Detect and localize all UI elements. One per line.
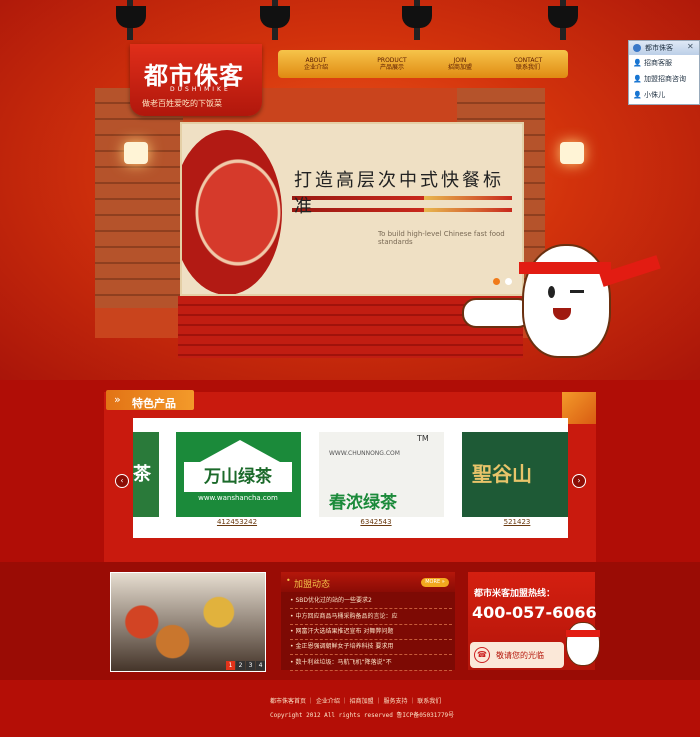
stage-lamp: [548, 6, 578, 28]
user-icon: 👤: [633, 59, 644, 67]
hotline-title: 都市米客加盟热线：: [474, 589, 556, 599]
pager-button[interactable]: 1: [226, 661, 235, 670]
stage-lamp: [260, 6, 290, 28]
news-item-text: 网富汗大选结果推迟宣布 对舞弊问题: [295, 628, 394, 635]
banner-slogan-en: To build high-level Chinese fast food st…: [378, 230, 505, 246]
nav-label-en: CONTACT: [513, 57, 543, 64]
double-arrow-icon: »: [114, 393, 121, 406]
online-service-panel: 都市侏客 ✕ 👤 招商客服 👤 加盟招商咨询 👤 小侏儿: [628, 40, 700, 105]
mascot-mini: [566, 622, 600, 666]
copyright: Copyright 2012 All rights reserved 鲁ICP备…: [270, 712, 455, 719]
banner-dot[interactable]: [505, 278, 512, 285]
hero-banner[interactable]: 打造高层次中式快餐标准 To build high-level Chinese …: [180, 122, 524, 296]
phone-icon: ☎: [474, 647, 490, 663]
nav-contact[interactable]: CONTACT 联系我们: [498, 57, 558, 71]
product-brand: 茶: [133, 464, 151, 485]
banner-dot-active[interactable]: [493, 278, 500, 285]
mascot-wink: [570, 290, 584, 293]
red-plate-image: [182, 130, 282, 294]
user-icon: 👤: [633, 75, 644, 83]
nav-label: 联系我们: [515, 64, 540, 71]
chat-row[interactable]: 👤 小侏儿: [633, 88, 697, 102]
news-item[interactable]: • 数十利丝垃圾：马航飞机“降落说”不: [290, 656, 452, 671]
carousel-prev-button[interactable]: ‹: [115, 474, 129, 488]
product-image[interactable]: WWW.CHUNNONG.COM 春浓绿茶 TM: [319, 432, 444, 517]
trademark-icon: TM: [417, 434, 429, 443]
hotline-number: 400-057-6066: [472, 603, 597, 622]
mascot-eye: [548, 286, 555, 298]
nav-label: 招商加盟: [447, 64, 472, 71]
welcome-text: 敬请您的光临: [496, 651, 544, 660]
user-icon: 👤: [633, 91, 644, 99]
nav-product[interactable]: PRODUCT 产品展示: [362, 57, 422, 71]
chat-logo-icon: [633, 44, 641, 52]
bullet-icon: •: [286, 576, 291, 585]
product-image[interactable]: 万山绿茶 www.wanshancha.com: [176, 432, 301, 517]
news-item-text: SBD优化过的站的一些要求2: [295, 597, 372, 604]
product-label[interactable]: 6342543: [315, 518, 437, 526]
food-photo[interactable]: [110, 572, 266, 672]
nav-label: 产品展示: [379, 64, 404, 71]
tagline: 做老百姓爱吃的下饭菜: [142, 99, 222, 108]
chat-header: 都市侏客 ✕: [629, 41, 699, 55]
mountain-icon: [200, 440, 280, 462]
mascot-headband: [519, 262, 611, 274]
chat-row-label: 加盟招商咨询: [643, 75, 686, 83]
product-url: WWW.CHUNNONG.COM: [329, 450, 400, 457]
product-label[interactable]: 412453242: [176, 518, 298, 526]
product-brand: 万山绿茶: [184, 462, 292, 492]
chat-row-label: 小侏儿: [643, 91, 665, 99]
pager-button[interactable]: 2: [236, 661, 245, 670]
stage-lamp: [402, 6, 432, 28]
banner-slogan: 打造高层次中式快餐标准: [294, 170, 504, 217]
nav-label-en: ABOUT: [305, 57, 327, 64]
news-item[interactable]: • 金正恩强调朝鲜女子培养科技 要求用: [290, 640, 452, 655]
chat-row-label: 招商客服: [643, 59, 672, 67]
brick-wall-left: [95, 88, 183, 308]
product-image[interactable]: 茶: [133, 432, 159, 517]
footer: [0, 680, 700, 737]
nav-label-en: PRODUCT: [377, 57, 407, 64]
chat-row[interactable]: 👤 加盟招商咨询: [633, 72, 697, 86]
nav-label-en: JOIN: [453, 57, 467, 64]
nav-about[interactable]: ABOUT 企业介绍: [286, 57, 346, 71]
news-item-text: 金正恩强调朝鲜女子培养科技 要求用: [295, 643, 394, 650]
news-item[interactable]: • 中方回应商品马桶采购备品的言论：应: [290, 610, 452, 625]
pager-button[interactable]: 4: [256, 661, 265, 670]
more-button[interactable]: MORE »: [421, 578, 449, 587]
news-item[interactable]: • SBD优化过的站的一些要求2: [290, 594, 452, 609]
chat-title: 都市侏客: [645, 44, 673, 52]
mascot-headband: [566, 630, 600, 637]
carousel-next-button[interactable]: ›: [572, 474, 586, 488]
close-icon[interactable]: ✕: [687, 42, 694, 51]
wall-lamp-icon: [560, 142, 584, 164]
product-label[interactable]: 521423: [456, 518, 578, 526]
product-image[interactable]: 聖谷山: [462, 432, 568, 517]
product-brand: 春浓绿茶: [329, 493, 397, 513]
main-nav: ABOUT 企业介绍 PRODUCT 产品展示 JOIN 招商加盟 CONTACT 联系…: [278, 50, 568, 78]
news-title: 加盟动态: [294, 580, 331, 590]
news-item-text: 中方回应商品马桶采购备品的言论：应: [295, 613, 398, 620]
wall-lamp-icon: [124, 142, 148, 164]
product-url: www.wanshancha.com: [198, 494, 278, 502]
news-item[interactable]: • 网富汗大选结果推迟宣布 对舞弊问题: [290, 625, 452, 640]
logo-en: DUSHIMIKE: [170, 86, 231, 93]
news-item-text: 数十利丝垃圾：马航飞机“降落说”不: [295, 659, 392, 666]
nav-join[interactable]: JOIN 招商加盟: [430, 57, 490, 71]
chat-row[interactable]: 👤 招商客服: [633, 56, 697, 70]
nav-label: 企业介绍: [303, 64, 328, 71]
footer-links[interactable]: 都市侏客首页 ｜ 企业介绍 ｜ 招商加盟 ｜ 服务支持 ｜ 联系我们: [270, 696, 441, 705]
products-title: 特色产品: [132, 397, 176, 410]
product-brand: 聖谷山: [472, 462, 532, 486]
pager-button[interactable]: 3: [246, 661, 255, 670]
stage-lamp: [116, 6, 146, 28]
